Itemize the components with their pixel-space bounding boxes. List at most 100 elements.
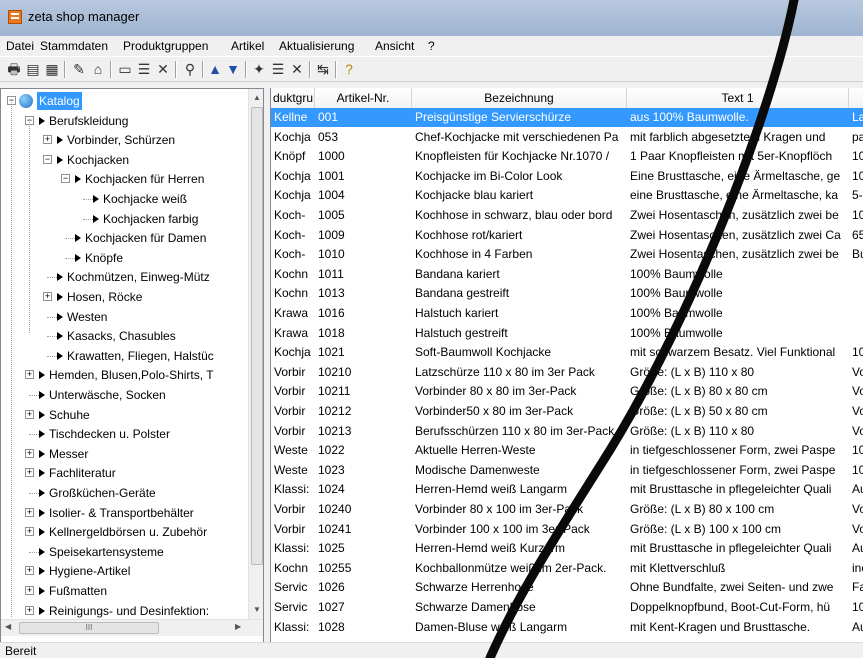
table-row[interactable]: Weste 1022 Aktuelle Herren-Weste in tiefges…: [271, 441, 863, 460]
tree-item[interactable]: + Fachliteratur: [1, 463, 248, 483]
tree-horizontal-scrollbar[interactable]: ◀ III ▶: [1, 619, 263, 636]
tree-item[interactable]: Unterwäsche, Socken: [1, 385, 248, 405]
table-row[interactable]: Koch- 1009 Kochhose rot/kariert Zwei Hosent…: [271, 226, 863, 245]
tree-item[interactable]: − Kochjacken für Herren: [1, 169, 248, 189]
table-row[interactable]: Vorbir 10211 Vorbinder 80 x 80 im 3er-Pack…: [271, 382, 863, 401]
scroll-down-icon[interactable]: ▼: [253, 605, 261, 614]
tree-item[interactable]: + Hemden, Blusen,Polo-Shirts, T: [1, 365, 248, 385]
tree-vertical-scrollbar[interactable]: ▲ ▼: [248, 89, 263, 619]
table-row[interactable]: Servic 1027 Schwarze Damenhose Doppelknopfb…: [271, 598, 863, 617]
table-row[interactable]: Klassi: 1028 Damen-Bluse weiß Langarm mit K…: [271, 618, 863, 637]
menu-aktualisierung[interactable]: Aktualisierung: [279, 39, 354, 53]
table-row[interactable]: Kochja 1001 Kochjacke im Bi-Color Look Eine…: [271, 167, 863, 186]
folder-new-icon[interactable]: ▭: [116, 60, 134, 78]
expand-icon[interactable]: +: [25, 527, 34, 537]
table-row[interactable]: Vorbir 10213 Berufsschürzen 110 x 80 im 3e…: [271, 422, 863, 441]
column-header-artikel-nr[interactable]: Artikel-Nr.: [315, 88, 412, 108]
tree-item[interactable]: − Katalog: [1, 91, 248, 111]
scroll-right-icon[interactable]: ▶: [235, 622, 241, 631]
article-table[interactable]: duktgru Artikel-Nr. Bezeichnung Text 1 K…: [270, 88, 863, 643]
arrow-up-icon[interactable]: ▲: [206, 60, 224, 78]
tree-item[interactable]: + Isolier- & Transportbehälter: [1, 503, 248, 523]
table-row[interactable]: Servic 1026 Schwarze Herrenhose Ohne Bundfa…: [271, 578, 863, 597]
tree-item[interactable]: Krawatten, Fliegen, Halstüc: [1, 346, 248, 366]
expand-icon[interactable]: +: [43, 292, 52, 301]
expand-icon[interactable]: +: [25, 605, 34, 615]
table-row[interactable]: Vorbir 10240 Vorbinder 80 x 100 im 3er-Pac…: [271, 500, 863, 519]
table-row[interactable]: Koch- 1010 Kochhose in 4 Farben Zwei Hosent…: [271, 245, 863, 264]
table-row[interactable]: Knöpf 1000 Knopfleisten für Kochjacke Nr.1…: [271, 147, 863, 166]
column-header-bezeichnung[interactable]: Bezeichnung: [412, 88, 627, 108]
table-row[interactable]: Kochja 1004 Kochjacke blau kariert eine Bru…: [271, 186, 863, 205]
expand-icon[interactable]: +: [25, 448, 34, 458]
tree-item[interactable]: Tischdecken u. Polster: [1, 424, 248, 444]
menu-ansicht[interactable]: Ansicht: [375, 39, 414, 53]
collapse-icon[interactable]: −: [61, 174, 70, 184]
tree-item[interactable]: − Berufskleidung: [1, 111, 248, 131]
table-row[interactable]: Vorbir 10241 Vorbinder 100 x 100 im 3er-Pa…: [271, 520, 863, 539]
table-row[interactable]: Krawa 1018 Halstuch gestreift 100% Baumwoll…: [271, 324, 863, 343]
tree-item[interactable]: Großküchen-Geräte: [1, 483, 248, 503]
tree-item[interactable]: Speisekartensysteme: [1, 542, 248, 562]
tree-scroll-thumb[interactable]: [251, 107, 263, 565]
tree-item[interactable]: + Messer: [1, 444, 248, 464]
table-row[interactable]: Weste 1023 Modische Damenweste in tiefgesch…: [271, 461, 863, 480]
expand-icon[interactable]: +: [25, 409, 34, 419]
column-header-text1[interactable]: Text 1: [627, 88, 849, 108]
table-row[interactable]: Klassi: 1024 Herren-Hemd weiß Langarm mit B…: [271, 480, 863, 499]
tree-item[interactable]: Westen: [1, 307, 248, 327]
tree-item[interactable]: Kasacks, Chasubles: [1, 326, 248, 346]
menu-artikel[interactable]: Artikel: [231, 39, 264, 53]
expand-icon[interactable]: +: [43, 135, 52, 145]
properties-icon[interactable]: ☰: [135, 60, 153, 78]
delete-icon[interactable]: ✕: [154, 60, 172, 78]
new-item-icon[interactable]: ✦: [250, 60, 268, 78]
tree-item[interactable]: + Hosen, Röcke: [1, 287, 248, 307]
expand-icon[interactable]: +: [25, 566, 34, 576]
tree-item[interactable]: + Vorbinder, Schürzen: [1, 130, 248, 150]
column-header-more[interactable]: [849, 88, 863, 108]
expand-icon[interactable]: +: [25, 370, 34, 380]
menu-help[interactable]: ?: [428, 39, 435, 53]
scroll-up-icon[interactable]: ▲: [253, 93, 261, 102]
table-row[interactable]: Kochn 1013 Bandana gestreift 100% Baumwolle: [271, 284, 863, 303]
tree-item[interactable]: Kochmützen, Einweg-Mütz: [1, 267, 248, 287]
table-row[interactable]: Krawa 1016 Halstuch kariert 100% Baumwolle: [271, 304, 863, 323]
tree-item[interactable]: Kochjacken farbig: [1, 209, 248, 229]
tree-item[interactable]: + Reinigungs- und Desinfektion:: [1, 601, 248, 621]
table-row[interactable]: Vorbir 10210 Latzschürze 110 x 80 im 3er P…: [271, 363, 863, 382]
expand-icon[interactable]: +: [25, 468, 34, 478]
menu-produktgruppen[interactable]: Produktgruppen: [123, 39, 208, 53]
tree-item[interactable]: Knöpfe: [1, 248, 248, 268]
column-header-produktgruppe[interactable]: duktgru: [271, 88, 315, 108]
binoculars-icon[interactable]: ⚲: [181, 60, 199, 78]
print-preview-icon[interactable]: ▤: [24, 60, 42, 78]
menu-datei[interactable]: Datei: [6, 39, 34, 53]
table-row[interactable]: Kochn 1011 Bandana kariert 100% Baumwolle: [271, 265, 863, 284]
expand-icon[interactable]: +: [25, 586, 34, 595]
table-row[interactable]: Klassi: 1025 Herren-Hemd weiß Kurzarm mit B…: [271, 539, 863, 558]
tree-item[interactable]: + Schuhe: [1, 405, 248, 425]
tree-item[interactable]: + Kellnergeldbörsen u. Zubehör: [1, 522, 248, 542]
tree-item[interactable]: Kochjacken für Damen: [1, 228, 248, 248]
table-row[interactable]: Kochn 10255 Kochballonmütze weiß im 2er-Pa…: [271, 559, 863, 578]
tree-item[interactable]: + Fußmatten: [1, 581, 248, 601]
document-icon[interactable]: ▦: [43, 60, 61, 78]
expand-icon[interactable]: +: [25, 507, 34, 517]
tool-icon[interactable]: ✎: [70, 60, 88, 78]
scroll-left-icon[interactable]: ◀: [5, 622, 11, 631]
table-row[interactable]: Koch- 1005 Kochhose in schwarz, blau oder …: [271, 206, 863, 225]
table-row[interactable]: Vorbir 10212 Vorbinder50 x 80 im 3er-Pack G…: [271, 402, 863, 421]
delete-icon[interactable]: ✕: [288, 60, 306, 78]
menu-stammdaten[interactable]: Stammdaten: [40, 39, 108, 53]
properties-icon[interactable]: ☰: [269, 60, 287, 78]
tree-item[interactable]: Kochjacke weiß: [1, 189, 248, 209]
arrow-down-icon[interactable]: ▼: [224, 60, 242, 78]
collapse-icon[interactable]: −: [43, 154, 52, 164]
help-icon[interactable]: ?: [340, 60, 358, 78]
table-row[interactable]: Kellne 001 Preisgünstige Servierschürze aus…: [271, 108, 863, 127]
lock-icon[interactable]: ⌂: [89, 60, 107, 78]
table-row[interactable]: Kochja 053 Chef-Kochjacke mit verschiedene…: [271, 128, 863, 147]
title-bar[interactable]: zeta shop manager: [0, 0, 863, 36]
tree-hscroll-thumb[interactable]: III: [19, 622, 159, 634]
